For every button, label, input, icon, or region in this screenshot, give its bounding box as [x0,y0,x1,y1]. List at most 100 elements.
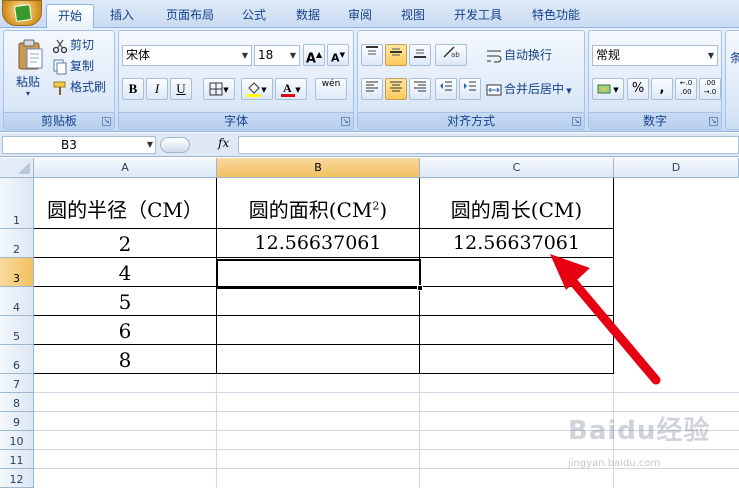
cell-a3[interactable]: 4 [34,261,216,285]
paste-dropdown-icon[interactable]: ▾ [26,89,30,98]
row-header-4[interactable]: 4 [0,287,34,316]
cell-a2[interactable]: 2 [34,232,216,256]
formula-input[interactable] [238,136,739,154]
name-box[interactable]: B3 ▼ [2,136,156,154]
currency-button[interactable]: ▼ [592,78,624,100]
font-name-select[interactable]: 宋体 ▼ [122,45,252,66]
font-name-value: 宋体 [126,48,151,62]
formula-bar-resize-handle[interactable] [160,137,190,153]
tab-view[interactable]: 视图 [393,4,433,28]
merge-center-button[interactable]: 合并后居中 ▼ [486,79,572,99]
row-number: 1 [13,214,20,227]
clipboard-dialog-launcher-icon[interactable]: ↘ [102,117,111,126]
row-number: 9 [13,416,20,429]
paste-button[interactable]: 粘贴 ▾ [6,33,50,107]
row-header-8[interactable]: 8 [0,393,34,412]
tab-home[interactable]: 开始 [46,4,94,28]
font-size-select[interactable]: 18 ▼ [254,45,300,66]
cut-button[interactable]: 剪切 [52,35,94,55]
row-header-3[interactable]: 3 [0,258,34,287]
phonetic-guide-button[interactable]: wén [315,78,347,100]
scissors-icon [52,39,68,53]
column-header-c[interactable]: C [420,158,614,178]
conditional-format-partial-label[interactable]: 条 [730,49,739,66]
tab-special-features[interactable]: 特色功能 [524,4,588,28]
row-header-10[interactable]: 10 [0,431,34,450]
decrease-decimal-button[interactable]: .00 →.0 [699,78,721,100]
align-bottom-button[interactable] [409,44,431,66]
number-dialog-launcher-icon[interactable]: ↘ [709,117,718,126]
gridline [34,411,739,412]
align-left-button[interactable] [361,78,383,100]
cell-c2[interactable]: 12.56637061 [420,232,613,254]
chevron-down-icon[interactable]: ▼ [147,137,153,153]
comma-button[interactable]: , [651,78,673,100]
font-dialog-launcher-icon[interactable]: ↘ [341,117,350,126]
cell-a6[interactable]: 8 [34,348,216,372]
cell-a5[interactable]: 6 [34,319,216,343]
office-button[interactable] [2,0,42,26]
decrease-indent-button[interactable] [435,78,457,100]
column-header-a[interactable]: A [34,158,217,178]
tab-data[interactable]: 数据 [288,4,328,28]
cell-c1[interactable]: 圆的周长(CM) [420,194,613,223]
row-header-9[interactable]: 9 [0,412,34,431]
number-group-label: 数字 [589,112,721,129]
row-number: 6 [13,359,20,372]
row-header-12[interactable]: 12 [0,469,34,488]
font-group-label: 字体 [119,112,353,129]
insert-function-icon[interactable]: fx [218,136,229,150]
shrink-font-button[interactable]: A▼ [327,44,349,66]
chevron-down-icon: ▼ [241,51,249,60]
row-header-6[interactable]: 6 [0,345,34,374]
align-center-button[interactable] [385,78,407,100]
worksheet-grid[interactable]: A B C D 1 2 3 4 5 6 7 8 9 10 11 12 圆的半径（… [0,158,739,488]
chevron-down-icon: ▼ [289,51,297,60]
row-header-5[interactable]: 5 [0,316,34,345]
orientation-button[interactable]: ab [435,44,467,66]
clipboard-group-label: 剪贴板 [4,112,114,129]
increase-decimal-button[interactable]: ←.0.00 [675,78,697,100]
row-header-11[interactable]: 11 [0,450,34,469]
borders-button[interactable]: ▼ [203,78,235,100]
phonetic-icon: wén [321,79,341,89]
cell-a1[interactable]: 圆的半径（CM） [34,194,216,223]
row-header-7[interactable]: 7 [0,374,34,393]
cell-b2[interactable]: 12.56637061 [217,232,419,254]
fill-color-button[interactable]: ▼ [241,78,273,100]
row-header-1[interactable]: 1 [0,178,34,229]
alignment-dialog-launcher-icon[interactable]: ↘ [572,117,581,126]
format-painter-button[interactable]: 格式刷 [52,77,106,97]
ribbon: 粘贴 ▾ 剪切 复制 格式刷 剪贴板 ↘ 宋体 ▼ 18 ▼ A▲ A▼ B I… [0,28,739,132]
font-color-button[interactable]: A ▼ [275,78,307,100]
merge-center-label: 合并后居中 [504,82,565,96]
ribbon-tab-bar: 开始 插入 页面布局 公式 数据 审阅 视图 开发工具 特色功能 [0,0,739,28]
tab-developer[interactable]: 开发工具 [446,4,510,28]
tab-review[interactable]: 审阅 [340,4,380,28]
align-middle-button[interactable] [385,44,407,66]
align-right-button[interactable] [409,78,431,100]
fill-handle[interactable] [417,285,423,291]
bold-button[interactable]: B [122,78,144,100]
percent-button[interactable]: % [627,78,649,100]
active-cell-b3[interactable] [216,259,421,289]
underline-button[interactable]: U [170,78,192,100]
copy-button[interactable]: 复制 [52,56,94,76]
tab-page-layout[interactable]: 页面布局 [158,4,222,28]
tab-insert[interactable]: 插入 [102,4,142,28]
italic-button[interactable]: I [146,78,168,100]
column-header-b[interactable]: B [217,158,420,178]
select-all-corner[interactable] [0,158,34,178]
row-number: 2 [13,243,20,256]
align-top-button[interactable] [361,44,383,66]
wrap-text-button[interactable]: 自动换行 [486,45,552,65]
cell-b1[interactable]: 圆的面积(CM2) [217,194,419,223]
grow-font-button[interactable]: A▲ [303,44,325,66]
column-header-d[interactable]: D [614,158,739,178]
cell-a4[interactable]: 5 [34,290,216,314]
row-header-2[interactable]: 2 [0,229,34,258]
alignment-group-label: 对齐方式 [358,112,584,129]
tab-formulas[interactable]: 公式 [234,4,274,28]
increase-indent-button[interactable] [459,78,481,100]
number-format-select[interactable]: 常规 ▼ [592,45,718,66]
